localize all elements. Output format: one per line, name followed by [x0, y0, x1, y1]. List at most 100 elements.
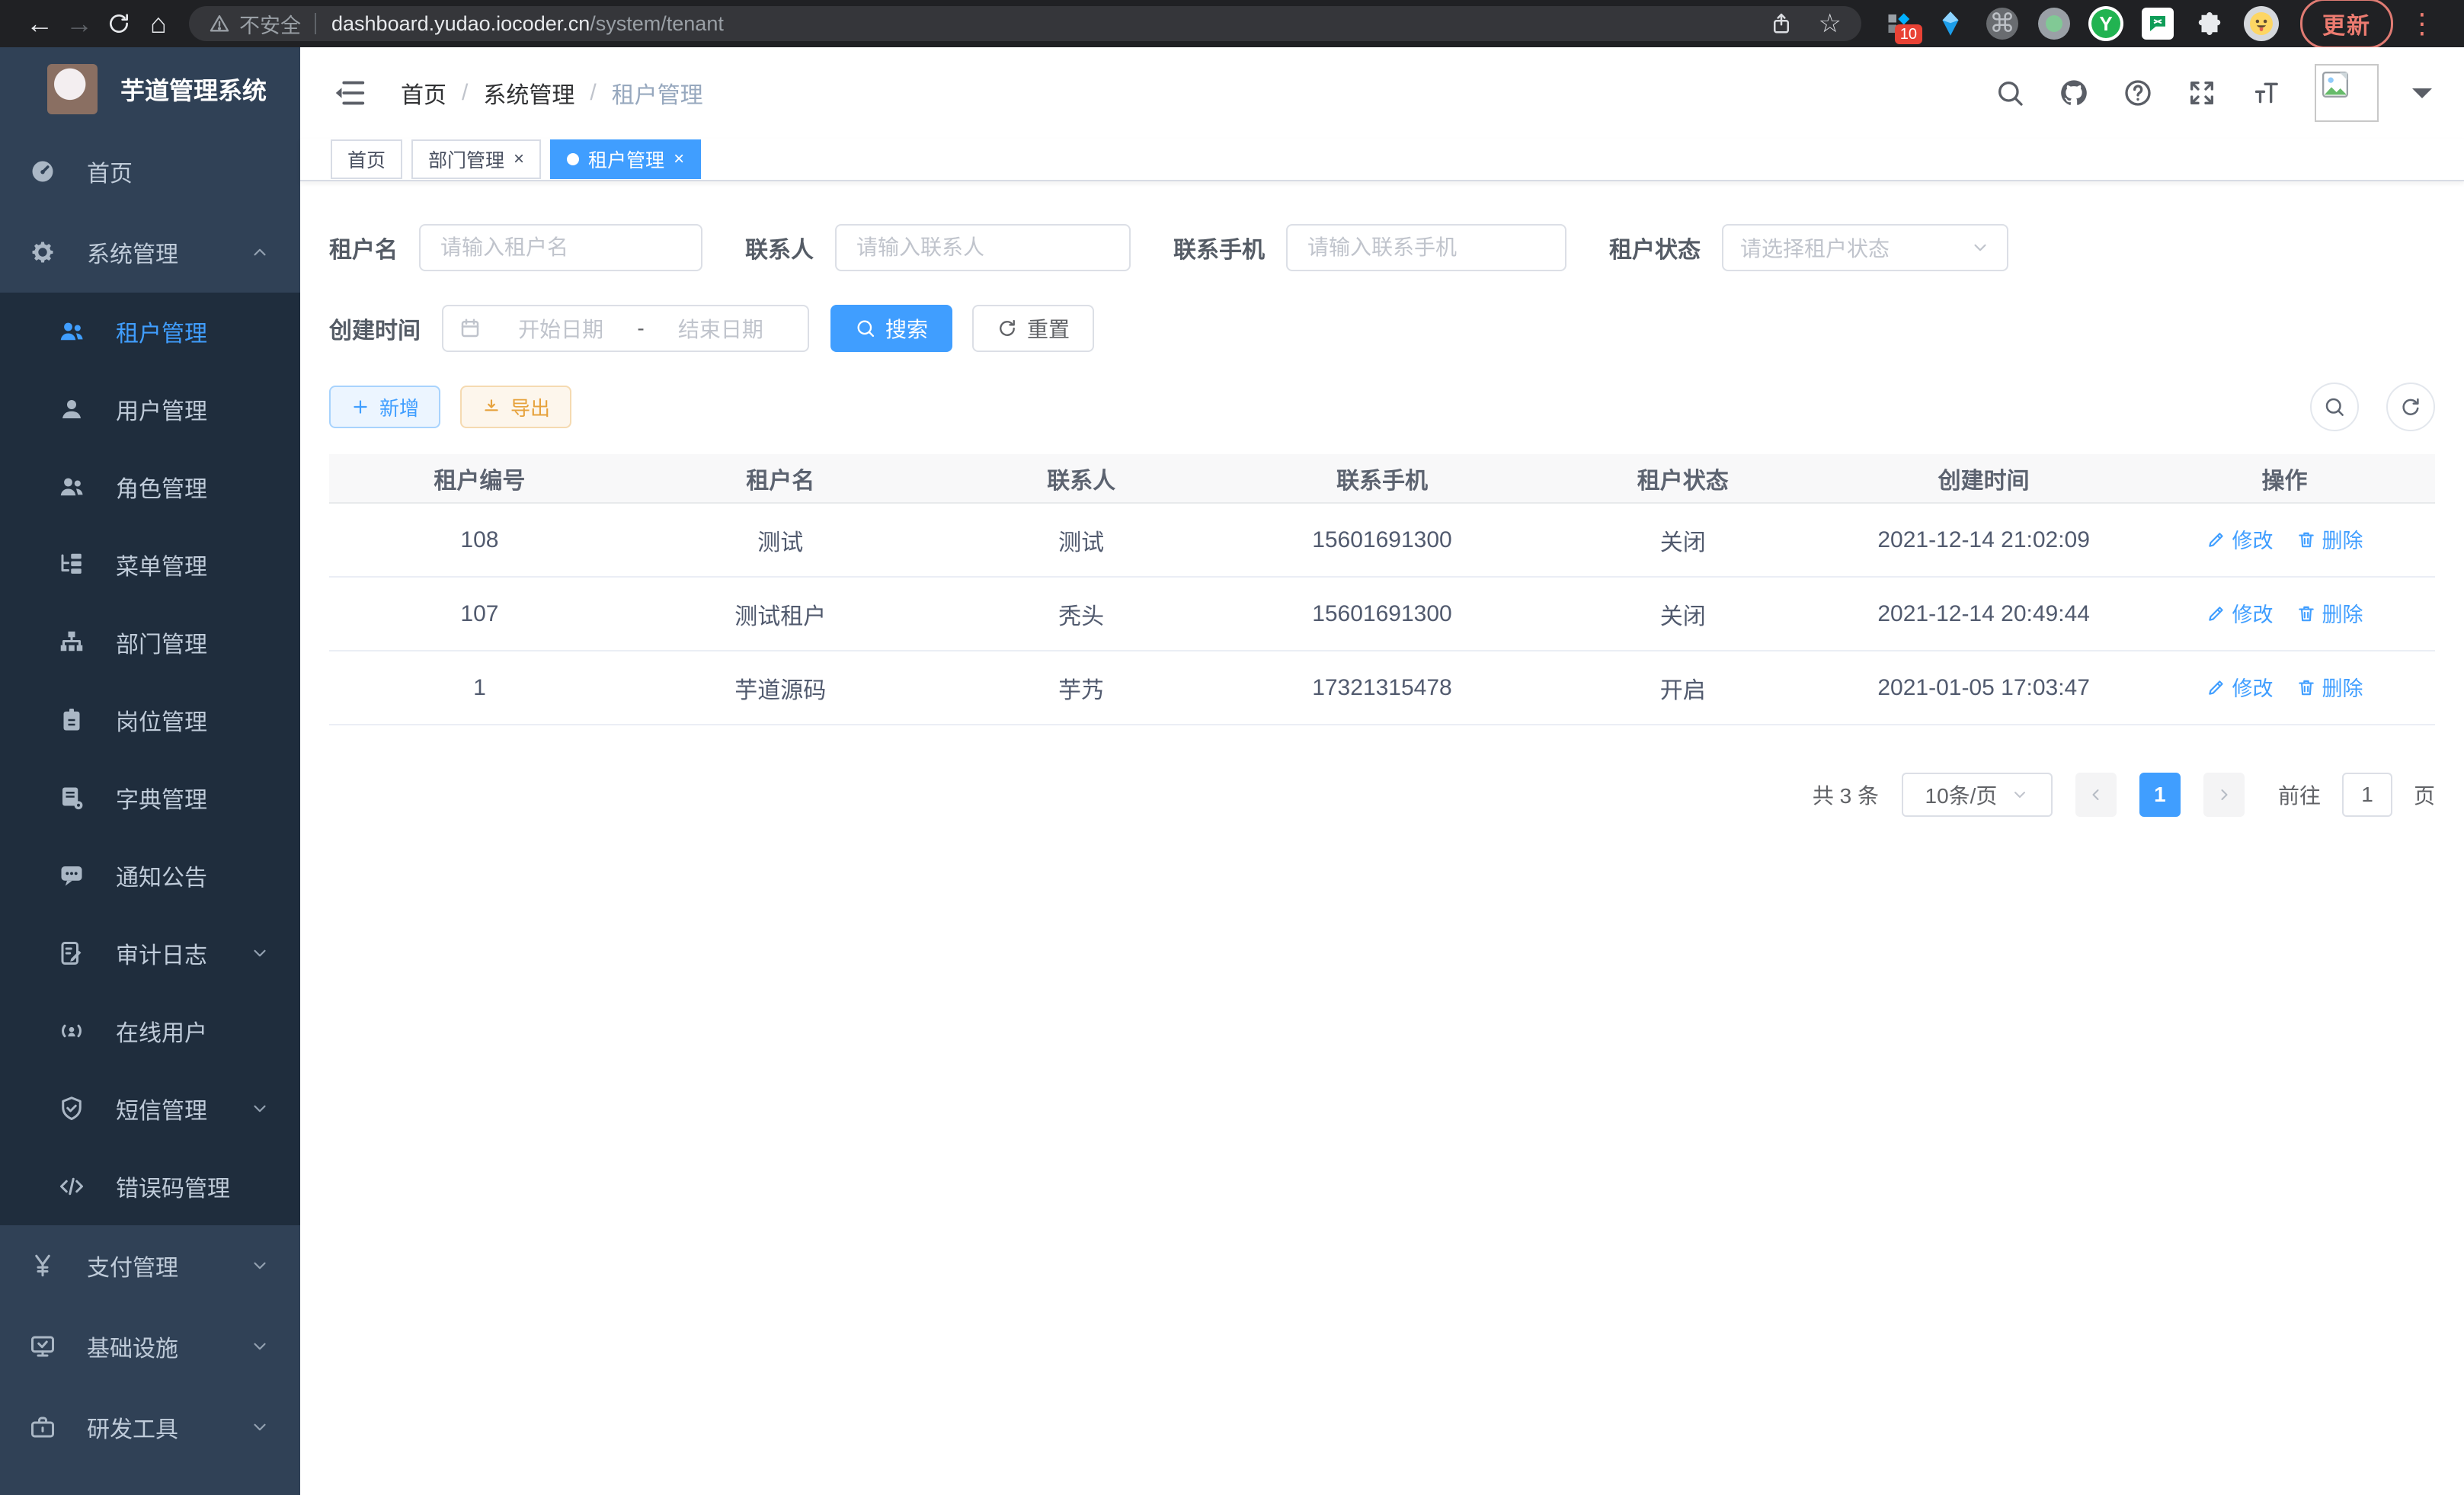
- user-avatar[interactable]: [2315, 64, 2379, 122]
- address-bar[interactable]: 不安全 dashboard.yudao.iocoder.cn/system/te…: [189, 6, 1861, 41]
- yen-icon: [29, 1252, 56, 1279]
- cell-created: 2021-12-14 21:02:09: [1833, 503, 2134, 577]
- export-button[interactable]: 导出: [460, 386, 571, 428]
- tab-home[interactable]: 首页: [331, 139, 402, 179]
- start-date-placeholder[interactable]: 开始日期: [489, 313, 632, 344]
- extension-kite-icon[interactable]: [1933, 6, 1968, 41]
- sidebar-item-tenant[interactable]: 租户管理: [0, 293, 300, 370]
- reload-icon: [107, 11, 131, 36]
- extensions-puzzle-icon[interactable]: [2192, 6, 2227, 41]
- sidebar-item-error-code[interactable]: 错误码管理: [0, 1148, 300, 1225]
- sidebar-fold-icon[interactable]: [332, 75, 367, 110]
- tab-label: 部门管理: [428, 146, 504, 173]
- next-page-button[interactable]: [2203, 773, 2245, 817]
- sidebar-item-label: 支付管理: [87, 1249, 219, 1282]
- dictionary-icon: [58, 784, 85, 812]
- breadcrumb-system[interactable]: 系统管理: [483, 76, 574, 110]
- status-select[interactable]: 请选择租户状态: [1722, 224, 2008, 271]
- delete-link-label: 删除: [2322, 672, 2363, 702]
- header-search-icon[interactable]: [1995, 78, 2025, 108]
- edit-link[interactable]: 修改: [2206, 598, 2274, 628]
- toggle-search-button[interactable]: [2310, 383, 2359, 431]
- search-button[interactable]: 搜索: [830, 305, 952, 352]
- sidebar-item-menu[interactable]: 菜单管理: [0, 526, 300, 603]
- edit-link[interactable]: 修改: [2206, 524, 2274, 554]
- sidebar-item-post[interactable]: 岗位管理: [0, 681, 300, 759]
- font-size-icon[interactable]: [2251, 78, 2281, 108]
- help-icon[interactable]: [2123, 78, 2153, 108]
- bookmark-star-icon[interactable]: ☆: [1819, 11, 1842, 37]
- delete-link[interactable]: 删除: [2296, 672, 2363, 702]
- tab-close-icon[interactable]: ×: [674, 150, 684, 168]
- sidebar-item-pay[interactable]: 支付管理: [0, 1225, 300, 1306]
- mobile-input[interactable]: [1286, 224, 1566, 271]
- browser-update-button[interactable]: 更新: [2300, 0, 2393, 49]
- url-divider: [315, 13, 316, 34]
- extension-chat-icon[interactable]: [2140, 6, 2175, 41]
- goto-page-input[interactable]: [2342, 773, 2392, 817]
- sidebar-item-dict[interactable]: 字典管理: [0, 759, 300, 837]
- profile-avatar[interactable]: [2244, 6, 2279, 41]
- table-header-row: 租户编号 租户名 联系人 联系手机 租户状态 创建时间 操作: [329, 454, 2435, 503]
- current-page-button[interactable]: 1: [2139, 773, 2181, 817]
- sidebar-item-system[interactable]: 系统管理: [0, 212, 300, 293]
- tab-close-icon[interactable]: ×: [514, 150, 524, 168]
- sidebar-item-label: 在线用户: [116, 1014, 207, 1048]
- col-mobile: 联系手机: [1232, 454, 1533, 503]
- browser-home-button[interactable]: ⌂: [139, 5, 178, 42]
- browser-forward-button[interactable]: →: [59, 5, 99, 42]
- fullscreen-icon[interactable]: [2187, 78, 2217, 108]
- delete-link-label: 删除: [2322, 524, 2363, 554]
- sidebar-logo[interactable]: 芋道管理系统: [0, 47, 300, 131]
- tab-tenant[interactable]: 租户管理 ×: [550, 139, 701, 179]
- sidebar-item-label: 首页: [87, 155, 270, 188]
- sidebar-item-role[interactable]: 角色管理: [0, 448, 300, 526]
- tenant-name-input[interactable]: [419, 224, 702, 271]
- cell-tenant-id: 1: [329, 651, 630, 725]
- cell-contact: 芋艿: [931, 651, 1232, 725]
- prev-page-button[interactable]: [2075, 773, 2117, 817]
- delete-link[interactable]: 删除: [2296, 598, 2363, 628]
- tenant-name-label: 租户名: [329, 231, 398, 264]
- extension-recorder-icon[interactable]: [2037, 6, 2072, 41]
- delete-link[interactable]: 删除: [2296, 524, 2363, 554]
- status-label: 租户状态: [1609, 231, 1701, 264]
- add-button[interactable]: 新增: [329, 386, 440, 428]
- security-label[interactable]: 不安全: [239, 9, 301, 39]
- sidebar-item-user[interactable]: 用户管理: [0, 370, 300, 448]
- end-date-placeholder[interactable]: 结束日期: [649, 313, 792, 344]
- tab-label: 租户管理: [588, 146, 664, 173]
- sidebar-item-online-users[interactable]: 在线用户: [0, 992, 300, 1070]
- reset-button[interactable]: 重置: [972, 305, 1094, 352]
- share-icon[interactable]: [1770, 12, 1793, 35]
- extension-command-icon[interactable]: ⌘: [1985, 6, 2020, 41]
- sidebar-item-label: 部门管理: [116, 626, 207, 659]
- cell-mobile: 15601691300: [1232, 503, 1533, 577]
- breadcrumb-home[interactable]: 首页: [401, 76, 446, 110]
- browser-reload-button[interactable]: [99, 5, 139, 42]
- avatar-caret-icon[interactable]: [2412, 88, 2432, 108]
- sidebar-item-audit-log[interactable]: 审计日志: [0, 914, 300, 992]
- sidebar-item-sms[interactable]: 短信管理: [0, 1070, 300, 1148]
- sidebar-item-dept[interactable]: 部门管理: [0, 603, 300, 681]
- extension-grid-icon[interactable]: 10: [1881, 6, 1916, 41]
- github-icon[interactable]: [2059, 78, 2089, 108]
- create-time-range-picker[interactable]: 开始日期 - 结束日期: [442, 305, 809, 352]
- refresh-table-button[interactable]: [2386, 383, 2435, 431]
- edit-link[interactable]: 修改: [2206, 672, 2274, 702]
- sidebar-item-label: 错误码管理: [116, 1170, 230, 1203]
- sidebar-item-infra[interactable]: 基础设施: [0, 1306, 300, 1387]
- sidebar-item-notice[interactable]: 通知公告: [0, 837, 300, 914]
- contact-input[interactable]: [835, 224, 1131, 271]
- table-row: 1 芋道源码 芋艿 17321315478 开启 2021-01-05 17:0…: [329, 651, 2435, 725]
- tab-dept[interactable]: 部门管理 ×: [411, 139, 541, 179]
- sidebar-item-label: 角色管理: [116, 470, 207, 504]
- sidebar-item-home[interactable]: 首页: [0, 131, 300, 212]
- page-size-select[interactable]: 10条/页: [1902, 773, 2053, 817]
- edit-pencil-icon: [2206, 677, 2226, 697]
- extension-y-icon[interactable]: Y: [2088, 6, 2123, 41]
- sidebar-item-devtools[interactable]: 研发工具: [0, 1387, 300, 1468]
- page-unit-label: 页: [2414, 780, 2435, 810]
- browser-menu-icon[interactable]: ⋮: [2408, 8, 2436, 40]
- browser-back-button[interactable]: ←: [20, 5, 59, 42]
